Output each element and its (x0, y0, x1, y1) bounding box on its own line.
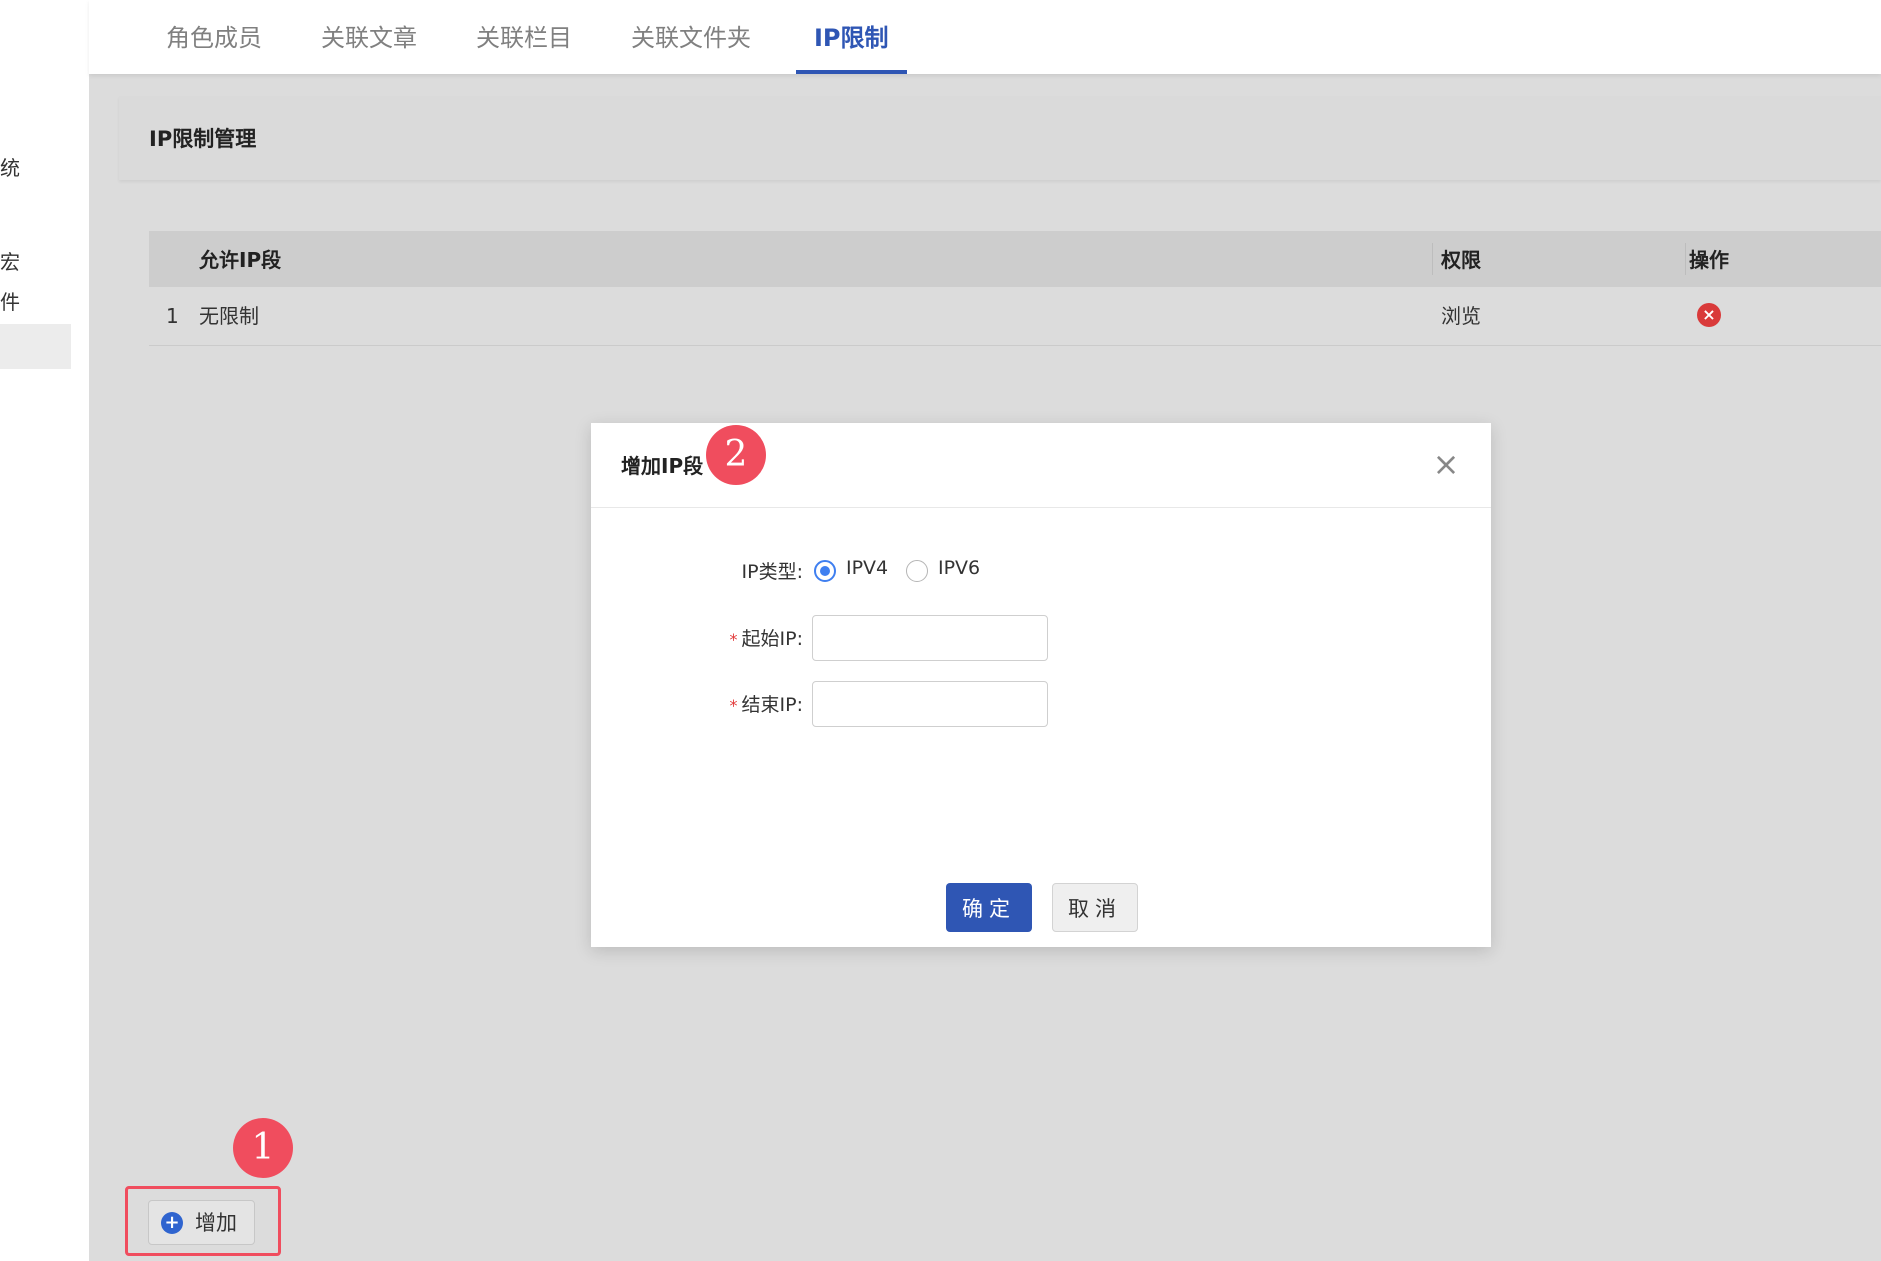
radio-ipv6-label[interactable]: IPV6 (938, 557, 980, 579)
sidebar: 统 宏 件 (0, 0, 89, 1261)
add-ip-range-dialog: 增加IP段 × IP类型: IPV4 IPV6 * 起始IP: * 结束IP: 确定… (591, 423, 1491, 947)
sidebar-item-selected[interactable] (0, 324, 71, 369)
dialog-title: 增加IP段 (621, 454, 704, 478)
end-ip-input[interactable] (812, 681, 1048, 727)
start-ip-label-text: 起始IP: (741, 628, 803, 650)
column-divider (1432, 243, 1433, 275)
column-header-actions: 操作 (1689, 248, 1729, 272)
tab-bar: 角色成员 关联文章 关联栏目 关联文件夹 IP限制 (89, 0, 1881, 74)
row-permission: 浏览 (1441, 304, 1481, 328)
ip-type-label: IP类型: (741, 561, 803, 583)
tab-linked-columns[interactable]: 关联栏目 (476, 0, 572, 74)
sidebar-text-fragment: 统 (0, 156, 20, 180)
radio-ipv6[interactable] (906, 560, 928, 582)
panel-title: IP限制管理 (149, 127, 257, 151)
add-button-label: 增加 (195, 1211, 237, 1235)
radio-ipv4-label[interactable]: IPV4 (846, 557, 888, 579)
tab-role-members[interactable]: 角色成员 (166, 0, 262, 74)
required-mark: * (729, 696, 738, 715)
delete-icon[interactable]: × (1697, 303, 1721, 327)
annotation-badge-2: 2 (706, 425, 766, 485)
add-button[interactable]: + 增加 (148, 1200, 255, 1245)
start-ip-label: * 起始IP: (730, 624, 803, 651)
row-index: 1 (166, 304, 179, 328)
column-divider (1685, 243, 1686, 275)
sidebar-text-fragment: 件 (0, 290, 20, 314)
panel-header: IP限制管理 (119, 96, 1881, 180)
table-row: 1 无限制 浏览 × (149, 287, 1881, 346)
close-icon[interactable]: × (1431, 448, 1461, 480)
cancel-button[interactable]: 取消 (1052, 883, 1138, 932)
column-header-permission: 权限 (1441, 248, 1481, 272)
radio-ipv4[interactable] (814, 560, 836, 582)
ip-range-table: 允许IP段 权限 操作 1 无限制 浏览 × (149, 231, 1881, 346)
row-ip-range: 无限制 (199, 304, 259, 328)
table-header: 允许IP段 权限 操作 (149, 231, 1881, 287)
end-ip-label: * 结束IP: (730, 690, 803, 717)
end-ip-label-text: 结束IP: (741, 694, 803, 716)
plus-circle-icon: + (161, 1212, 183, 1234)
tab-linked-folders[interactable]: 关联文件夹 (631, 0, 751, 74)
start-ip-input[interactable] (812, 615, 1048, 661)
annotation-badge-1: 1 (233, 1118, 293, 1178)
tab-ip-restriction[interactable]: IP限制 (796, 0, 906, 74)
column-header-ip-range: 允许IP段 (199, 248, 282, 272)
tab-linked-articles[interactable]: 关联文章 (321, 0, 417, 74)
confirm-button[interactable]: 确定 (946, 883, 1032, 932)
sidebar-text-fragment: 宏 (0, 250, 20, 274)
required-mark: * (729, 630, 738, 649)
